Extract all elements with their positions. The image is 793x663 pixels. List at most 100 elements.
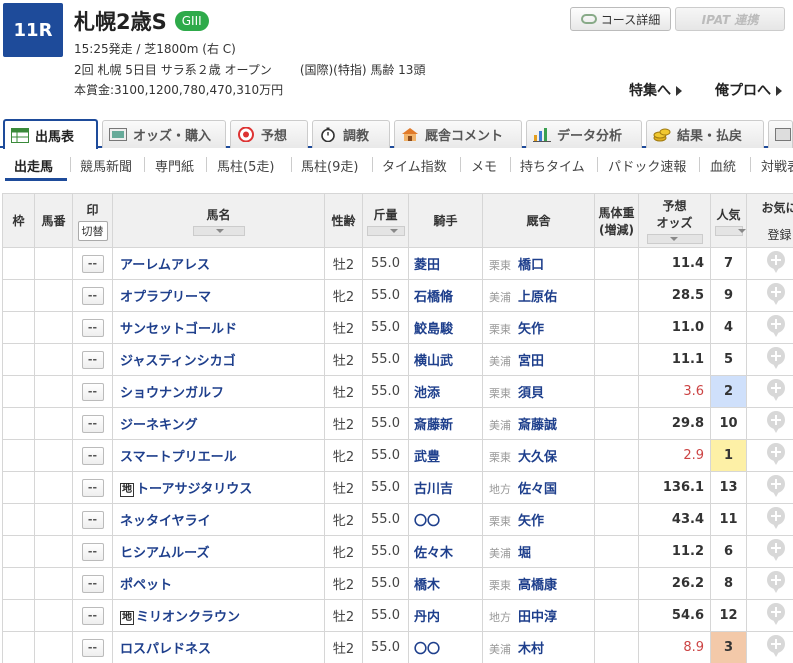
tab-yoso[interactable]: 予想 <box>230 120 308 148</box>
sort-dropdown-icon[interactable] <box>646 234 703 244</box>
horse-name-link[interactable]: ロスパレドネス <box>120 642 211 657</box>
mark-select[interactable]: -- <box>81 318 104 337</box>
jockey-link[interactable]: 武豊 <box>408 439 483 472</box>
tab-results[interactable]: 結果・払戻 <box>646 120 764 148</box>
trainer-link[interactable]: 佐々国 <box>518 482 557 497</box>
trainer-link[interactable]: 斎藤誠 <box>518 418 557 433</box>
add-favorite-icon[interactable] <box>766 314 786 337</box>
add-favorite-icon[interactable] <box>766 346 786 369</box>
horse-name-link[interactable]: スマートプリエール <box>120 450 237 465</box>
horse-cell[interactable]: ポペット <box>112 567 325 600</box>
horse-name-link[interactable]: ミリオンクラウン <box>136 610 240 625</box>
sort-dropdown-icon[interactable] <box>366 225 405 236</box>
mark-select[interactable]: -- <box>81 446 104 465</box>
horse-cell[interactable]: 地ミリオンクラウン <box>112 599 325 632</box>
add-favorite-icon[interactable] <box>766 474 786 497</box>
pro-link[interactable]: 俺プロへ <box>715 80 782 100</box>
tab-chokyo[interactable]: 調教 <box>312 120 390 148</box>
horse-cell[interactable]: ジャスティンシカゴ <box>112 343 325 376</box>
trainer-link[interactable]: 橋口 <box>518 258 544 273</box>
horse-name-link[interactable]: ショウナンガルフ <box>120 386 224 401</box>
horse-cell[interactable]: 地トーアサジタリウス <box>112 471 325 504</box>
add-favorite-icon[interactable] <box>766 282 786 305</box>
add-favorite-icon[interactable] <box>766 570 786 593</box>
jockey-link[interactable]: 橋木 <box>408 567 483 600</box>
horse-cell[interactable]: ロスパレドネス <box>112 631 325 663</box>
mark-select[interactable]: -- <box>81 542 104 561</box>
feature-link[interactable]: 特集へ <box>629 80 682 100</box>
subtab-paddock[interactable]: パドック速報 <box>608 156 686 175</box>
header-horse[interactable]: 馬名 <box>112 193 325 248</box>
mark-select[interactable]: -- <box>81 350 104 369</box>
add-favorite-icon[interactable] <box>766 442 786 465</box>
jockey-link[interactable]: 〇〇 <box>408 631 483 663</box>
horse-name-link[interactable]: ジーネキング <box>120 418 198 433</box>
jockey-link[interactable]: 菱田 <box>408 247 483 280</box>
add-favorite-icon[interactable] <box>766 634 786 657</box>
trainer-link[interactable]: 矢作 <box>518 322 544 337</box>
mark-select[interactable]: -- <box>81 382 104 401</box>
tab-data-analysis[interactable]: データ分析 <box>526 120 642 148</box>
trainer-link[interactable]: 宮田 <box>518 354 544 369</box>
mark-switch-button[interactable]: 切替 <box>77 220 108 241</box>
mark-select[interactable]: -- <box>81 638 104 657</box>
subtab-keiba-shinbun[interactable]: 競馬新聞 <box>80 156 132 175</box>
horse-cell[interactable]: サンセットゴールド <box>112 311 325 344</box>
mark-select[interactable]: -- <box>81 254 104 273</box>
mark-select[interactable]: -- <box>81 510 104 529</box>
trainer-link[interactable]: 田中淳 <box>518 610 557 625</box>
mark-select[interactable]: -- <box>81 574 104 593</box>
jockey-link[interactable]: 〇〇 <box>408 503 483 536</box>
jockey-link[interactable]: 横山武 <box>408 343 483 376</box>
horse-cell[interactable]: ジーネキング <box>112 407 325 440</box>
subtab-senmonshi[interactable]: 専門紙 <box>155 156 194 175</box>
sort-dropdown-icon[interactable] <box>192 225 245 236</box>
subtab-mochi-time[interactable]: 持ちタイム <box>520 156 585 175</box>
header-weight[interactable]: 斤量 <box>362 193 409 248</box>
horse-cell[interactable]: オプラプリーマ <box>112 279 325 312</box>
ipat-link-button[interactable]: IPAT 連携 <box>675 7 785 31</box>
add-favorite-icon[interactable] <box>766 250 786 273</box>
horse-cell[interactable]: ショウナンガルフ <box>112 375 325 408</box>
jockey-link[interactable]: 石橋脩 <box>408 279 483 312</box>
add-favorite-icon[interactable] <box>766 602 786 625</box>
tab-odds[interactable]: オッズ・購入 <box>102 120 226 148</box>
horse-cell[interactable]: アーレムアレス <box>112 247 325 280</box>
subtab-umabashira-9[interactable]: 馬柱(9走) <box>301 156 358 175</box>
jockey-link[interactable]: 丹内 <box>408 599 483 632</box>
horse-name-link[interactable]: ジャスティンシカゴ <box>120 354 236 369</box>
horse-name-link[interactable]: ネッタイヤライ <box>120 514 211 529</box>
add-favorite-icon[interactable] <box>766 410 786 433</box>
trainer-link[interactable]: 高橋康 <box>518 578 557 593</box>
horse-name-link[interactable]: オプラプリーマ <box>120 290 211 305</box>
mark-select[interactable]: -- <box>81 606 104 625</box>
tab-shutsuba[interactable]: 出馬表 <box>3 119 98 149</box>
jockey-link[interactable]: 古川吉 <box>408 471 483 504</box>
trainer-link[interactable]: 矢作 <box>518 514 544 529</box>
horse-name-link[interactable]: アーレムアレス <box>120 258 210 273</box>
trainer-link[interactable]: 上原佑 <box>518 290 557 305</box>
add-favorite-icon[interactable] <box>766 506 786 529</box>
horse-cell[interactable]: ネッタイヤライ <box>112 503 325 536</box>
trainer-link[interactable]: 須貝 <box>518 386 544 401</box>
horse-cell[interactable]: スマートプリエール <box>112 439 325 472</box>
jockey-link[interactable]: 池添 <box>408 375 483 408</box>
subtab-umabashira-5[interactable]: 馬柱(5走) <box>217 156 274 175</box>
course-detail-button[interactable]: コース詳細 <box>570 7 671 31</box>
horse-name-link[interactable]: サンセットゴールド <box>120 322 237 337</box>
add-favorite-icon[interactable] <box>766 538 786 561</box>
horse-cell[interactable]: ヒシアムルーズ <box>112 535 325 568</box>
jockey-link[interactable]: 鮫島駿 <box>408 311 483 344</box>
subtab-taisenhyo[interactable]: 対戦表 <box>761 156 793 175</box>
horse-name-link[interactable]: ヒシアムルーズ <box>120 546 209 561</box>
subtab-memo[interactable]: メモ <box>471 156 497 175</box>
trainer-link[interactable]: 木村 <box>518 642 544 657</box>
header-popularity[interactable]: 人気 <box>710 193 747 248</box>
horse-name-link[interactable]: トーアサジタリウス <box>136 482 252 497</box>
trainer-link[interactable]: 大久保 <box>518 450 557 465</box>
sort-dropdown-icon[interactable] <box>714 225 746 236</box>
subtab-shussoba[interactable]: 出走馬 <box>14 156 53 175</box>
tab-stable-comment[interactable]: 厩舎コメント <box>394 120 522 148</box>
horse-name-link[interactable]: ポペット <box>120 578 172 593</box>
jockey-link[interactable]: 佐々木 <box>408 535 483 568</box>
